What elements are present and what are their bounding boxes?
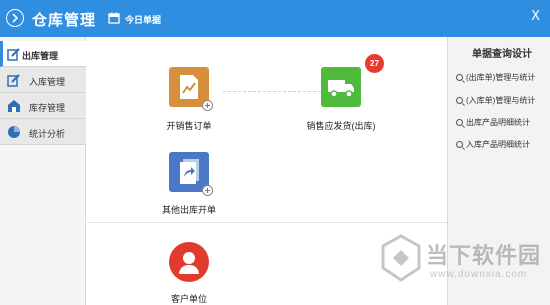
pie-chart-icon — [7, 125, 21, 139]
query-item-label: (入库单)管理与统计 — [466, 96, 536, 105]
other-outbound-button[interactable] — [169, 152, 213, 196]
sidebar-item-label: 库存管理 — [29, 103, 66, 113]
search-icon — [456, 97, 463, 104]
watermark-logo-icon — [380, 234, 422, 284]
query-item-label: 入库产品明细统计 — [466, 140, 530, 149]
watermark: 当下软件园 www.downxia.com — [378, 232, 548, 302]
warehouse-icon — [7, 99, 21, 113]
tile-label: 销售应发货(出库) — [306, 121, 376, 131]
app-title: 仓库管理 — [32, 12, 97, 29]
search-icon — [456, 74, 463, 81]
document-chart-icon — [179, 74, 199, 102]
search-icon — [456, 141, 463, 148]
sidebar-item-label: 统计分析 — [29, 129, 66, 139]
query-panel-title: 单据查询设计 — [472, 49, 532, 60]
customers-button[interactable] — [169, 242, 209, 282]
new-sales-order-button[interactable] — [169, 67, 213, 111]
sidebar-item-inventory[interactable]: 库存管理 — [0, 93, 86, 119]
sidebar-item-outbound[interactable]: 出库管理 — [0, 41, 86, 67]
query-item-label: 出库产品明细统计 — [466, 118, 530, 127]
query-item-label: (出库单)管理与统计 — [466, 73, 536, 82]
search-icon — [456, 119, 463, 126]
watermark-name: 当下软件园 — [426, 243, 542, 268]
title-bar: 仓库管理 今日单据 X — [0, 0, 550, 37]
add-icon — [202, 100, 213, 111]
add-icon — [202, 185, 213, 196]
tile-label: 开销售订单 — [166, 121, 212, 131]
truck-icon — [327, 78, 355, 100]
sidebar-item-statistics[interactable]: 统计分析 — [0, 119, 86, 145]
query-inbound-details[interactable]: 入库产品明细统计 — [456, 139, 530, 150]
query-outbound-orders[interactable]: (出库单)管理与统计 — [456, 72, 535, 83]
edit-icon — [7, 73, 21, 87]
sales-shipment-button[interactable] — [321, 67, 361, 107]
watermark-url: www.downxia.com — [430, 269, 528, 280]
sidebar: 出库管理 入库管理 库存管理 统计分析 — [0, 37, 86, 305]
tile-label: 其他出库开单 — [161, 205, 216, 215]
sidebar-item-inbound[interactable]: 入库管理 — [0, 67, 86, 93]
close-button[interactable]: X — [531, 9, 540, 24]
notification-badge: 27 — [365, 54, 384, 73]
query-inbound-orders[interactable]: (入库单)管理与统计 — [456, 95, 535, 106]
edit-icon — [7, 47, 21, 61]
query-outbound-details[interactable]: 出库产品明细统计 — [456, 117, 530, 128]
sidebar-item-label: 入库管理 — [29, 77, 66, 87]
sidebar-item-label: 出库管理 — [22, 51, 59, 61]
flow-connector — [223, 91, 321, 92]
tile-label: 客户单位 — [170, 294, 207, 304]
today-documents-link[interactable]: 今日单据 — [125, 13, 161, 26]
section-divider — [87, 222, 447, 223]
back-circle-icon[interactable] — [6, 9, 24, 27]
forward-document-icon — [179, 158, 201, 188]
calendar-icon[interactable] — [108, 12, 120, 24]
customer-icon — [178, 250, 200, 278]
